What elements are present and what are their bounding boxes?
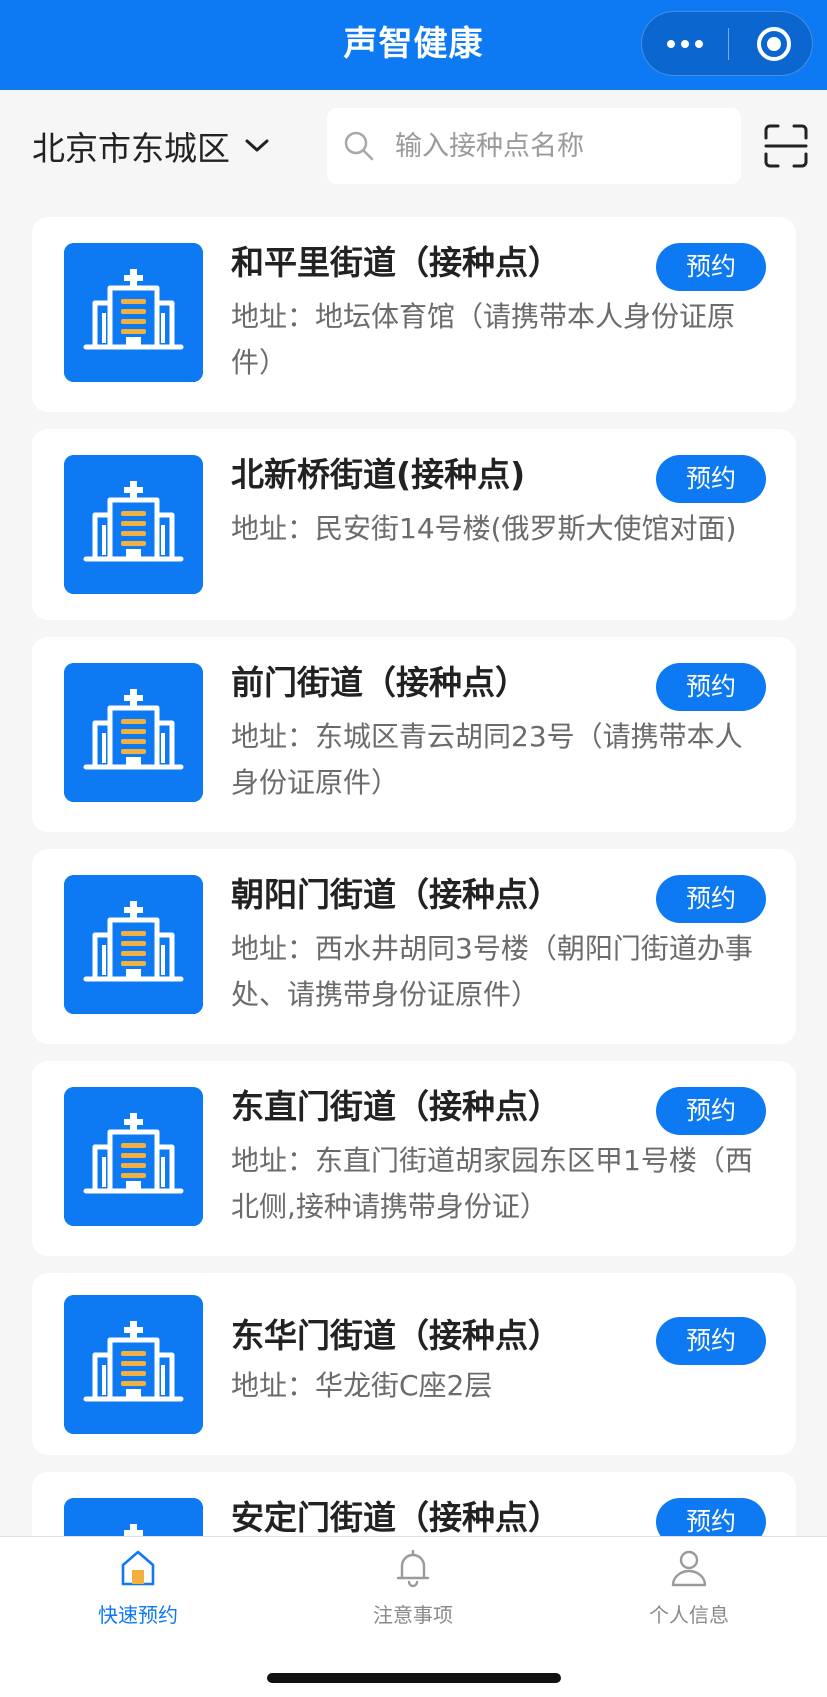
tab-label: 个人信息: [649, 1603, 729, 1627]
site-card[interactable]: 安定门街道（接种点） 预约: [32, 1472, 796, 1536]
book-button[interactable]: 预约: [656, 1087, 766, 1135]
site-card[interactable]: 东华门街道（接种点） 地址：华龙街C座2层 预约: [32, 1273, 796, 1455]
tab-notices[interactable]: 注意事项: [323, 1537, 503, 1647]
book-button[interactable]: 预约: [656, 455, 766, 503]
site-card[interactable]: 东直门街道（接种点） 地址：东直门街道胡家园东区甲1号楼（西北侧,接种请携带身份…: [32, 1061, 796, 1256]
hospital-icon: [64, 1087, 203, 1226]
site-address: 地址：西水井胡同3号楼（朝阳门街道办事处、请携带身份证原件）: [231, 932, 753, 1011]
search-input[interactable]: [395, 124, 715, 168]
scan-icon[interactable]: [764, 124, 808, 168]
book-button[interactable]: 预约: [656, 1498, 766, 1536]
site-card[interactable]: 北新桥街道(接种点) 地址：民安街14号楼(俄罗斯大使馆对面) 预约: [32, 429, 796, 620]
book-button[interactable]: 预约: [656, 1317, 766, 1365]
hospital-icon: [64, 1295, 203, 1434]
site-address: 地址：华龙街C座2层: [231, 1369, 493, 1402]
book-button[interactable]: 预约: [656, 875, 766, 923]
home-indicator[interactable]: [267, 1673, 561, 1683]
site-address: 地址：民安街14号楼(俄罗斯大使馆对面): [231, 512, 737, 545]
hospital-icon: [64, 455, 203, 594]
site-card[interactable]: 朝阳门街道（接种点） 地址：西水井胡同3号楼（朝阳门街道办事处、请携带身份证原件…: [32, 849, 796, 1044]
hospital-icon: [64, 663, 203, 802]
more-options-button[interactable]: [642, 12, 728, 75]
tab-quick-booking[interactable]: 快速预约: [48, 1537, 228, 1647]
home-icon: [121, 1550, 155, 1586]
tab-label: 注意事项: [373, 1603, 453, 1627]
site-address: 地址：地坛体育馆（请携带本人身份证原件）: [231, 300, 736, 379]
close-miniprogram-button[interactable]: [757, 27, 791, 61]
hospital-icon: [64, 875, 203, 1014]
chevron-down-icon: [245, 139, 269, 152]
bottom-tab-bar: 快速预约 注意事项 个人信息: [0, 1536, 827, 1697]
tab-profile[interactable]: 个人信息: [599, 1537, 779, 1647]
hospital-icon: [64, 1498, 203, 1536]
bell-icon: [396, 1549, 430, 1588]
capsule-divider: [728, 28, 729, 60]
user-icon: [671, 1550, 707, 1587]
site-address: 地址：东直门街道胡家园东区甲1号楼（西北侧,接种请携带身份证）: [231, 1144, 753, 1223]
search-box[interactable]: [327, 108, 741, 184]
miniprogram-capsule: [641, 11, 813, 76]
site-address: 地址：东城区青云胡同23号（请携带本人身份证原件）: [231, 720, 743, 799]
book-button[interactable]: 预约: [656, 243, 766, 291]
district-label: 北京市东城区: [32, 129, 230, 168]
site-card[interactable]: 和平里街道（接种点） 地址：地坛体育馆（请携带本人身份证原件） 预约: [32, 217, 796, 412]
search-icon: [344, 131, 374, 161]
app-header: 声智健康: [0, 0, 827, 90]
site-card[interactable]: 前门街道（接种点） 地址：东城区青云胡同23号（请携带本人身份证原件） 预约: [32, 637, 796, 832]
vaccination-site-list[interactable]: 和平里街道（接种点） 地址：地坛体育馆（请携带本人身份证原件） 预约 北新桥街道…: [32, 217, 796, 1536]
district-selector[interactable]: 北京市东城区: [32, 118, 270, 174]
book-button[interactable]: 预约: [656, 663, 766, 711]
hospital-icon: [64, 243, 203, 382]
tab-label: 快速预约: [98, 1603, 178, 1627]
